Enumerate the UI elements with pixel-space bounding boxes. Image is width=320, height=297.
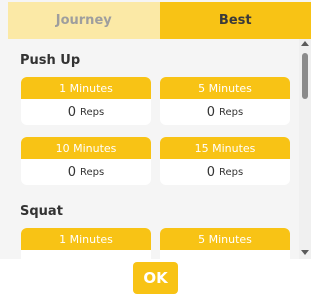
record-card-squat-1-min: 1 Minutes xyxy=(21,228,151,259)
record-count: 0 xyxy=(67,164,77,180)
ok-button[interactable]: OK xyxy=(133,262,178,294)
scroll-down-arrow-icon[interactable] xyxy=(301,250,309,255)
record-duration-label: 1 Minutes xyxy=(21,77,151,99)
record-count: 0 xyxy=(206,104,216,120)
record-unit: Reps xyxy=(219,166,244,178)
record-value xyxy=(21,250,151,259)
record-card-push-up-10-min: 10 Minutes 0 Reps xyxy=(21,137,151,185)
record-duration-label: 1 Minutes xyxy=(21,228,151,250)
tab-journey[interactable]: Journey xyxy=(8,2,160,39)
record-value: 0 Reps xyxy=(160,159,290,185)
tab-bar: Journey Best xyxy=(8,2,311,39)
records-list[interactable]: Push Up 1 Minutes 0 Reps 5 Minutes 0 Rep… xyxy=(8,39,311,259)
section-title-squat: Squat xyxy=(20,204,63,219)
record-value: 0 Reps xyxy=(21,99,151,125)
record-card-push-up-1-min: 1 Minutes 0 Reps xyxy=(21,77,151,125)
record-value: 0 Reps xyxy=(21,159,151,185)
record-card-push-up-5-min: 5 Minutes 0 Reps xyxy=(160,77,290,125)
record-count: 0 xyxy=(67,104,77,120)
best-records-dialog: Journey Best Push Up 1 Minutes 0 Reps 5 … xyxy=(0,0,311,297)
record-value: 0 Reps xyxy=(160,99,290,125)
record-count: 0 xyxy=(206,164,216,180)
record-duration-label: 15 Minutes xyxy=(160,137,290,159)
record-duration-label: 5 Minutes xyxy=(160,77,290,99)
dialog-footer: OK xyxy=(0,259,311,297)
record-card-push-up-15-min: 15 Minutes 0 Reps xyxy=(160,137,290,185)
record-unit: Reps xyxy=(80,106,105,118)
record-duration-label: 5 Minutes xyxy=(160,228,290,250)
vertical-scrollbar[interactable] xyxy=(299,39,311,259)
record-unit: Reps xyxy=(219,106,244,118)
scroll-up-arrow-icon[interactable] xyxy=(301,41,309,46)
record-duration-label: 10 Minutes xyxy=(21,137,151,159)
record-value xyxy=(160,250,290,259)
section-title-push-up: Push Up xyxy=(20,53,81,68)
record-unit: Reps xyxy=(80,166,105,178)
scroll-thumb[interactable] xyxy=(302,53,308,99)
record-card-squat-5-min: 5 Minutes xyxy=(160,228,290,259)
tab-best[interactable]: Best xyxy=(159,2,311,39)
